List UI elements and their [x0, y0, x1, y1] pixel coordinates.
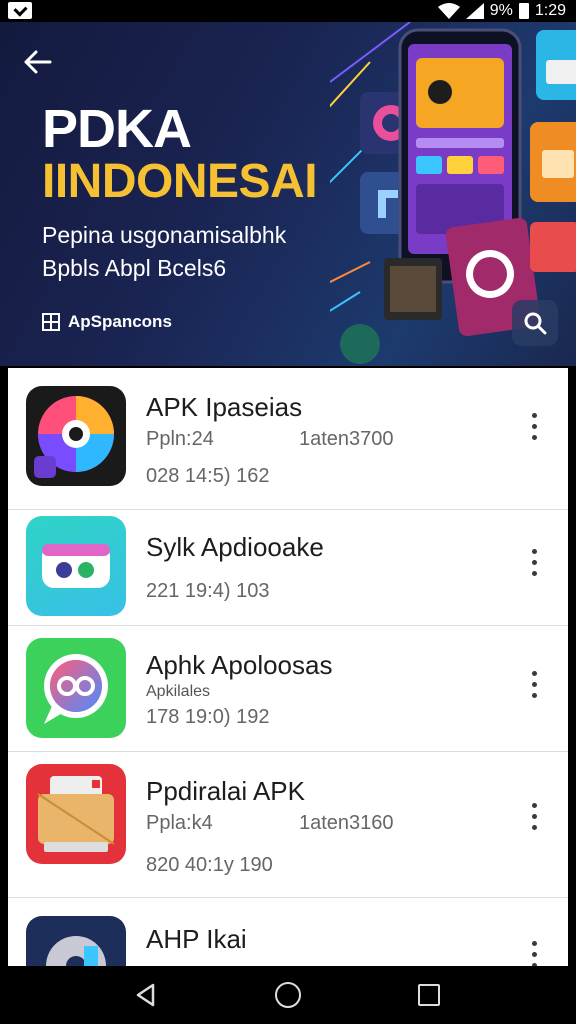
hero-brand: ApSpancons	[42, 312, 172, 332]
status-indicators: 9% 1:29	[437, 0, 566, 22]
list-item[interactable]: Ppdiralai APK Ppla:k4 1aten3160 820 40:1…	[8, 752, 568, 898]
app-detail: 1aten3700	[299, 428, 394, 450]
app-stats: 820 40:1y 190	[146, 854, 273, 876]
list-item[interactable]: Sylk Apdiooake 221 19:4) 103	[8, 510, 568, 626]
grid-icon	[42, 313, 60, 331]
nav-back-icon[interactable]	[133, 982, 159, 1008]
app-category: Apkilales	[146, 683, 211, 700]
nav-home-icon[interactable]	[275, 982, 301, 1008]
app-stats: 028 14:5) 162	[146, 465, 270, 487]
notification-icon	[8, 2, 32, 19]
app-name: AHP Ikai	[146, 924, 247, 954]
chat-bubble-icon	[26, 638, 126, 738]
app-stats: 178 19:0) 192	[146, 706, 270, 728]
app-list: APK Ipaseias Ppln:24 1aten3700 028 14:5)…	[8, 368, 568, 966]
app-name: APK Ipaseias	[146, 392, 303, 422]
disc-icon	[26, 916, 126, 966]
battery-icon	[518, 3, 529, 19]
more-options-icon[interactable]	[520, 934, 548, 966]
wifi-icon	[437, 3, 460, 19]
clock: 1:29	[534, 2, 566, 19]
signal-icon	[465, 3, 484, 19]
status-bar: 9% 1:29	[0, 0, 576, 22]
list-item[interactable]: APK Ipaseias Ppln:24 1aten3700 028 14:5)…	[8, 368, 568, 510]
app-version: Ppla:k4	[146, 812, 213, 834]
hero-title: PDKA	[42, 99, 192, 159]
app-version: Ppln:24	[146, 428, 214, 450]
printer-box-icon	[26, 764, 126, 864]
battery-percent: 9%	[489, 2, 513, 19]
hero-title-highlight: IINDONESAI	[42, 155, 318, 208]
app-name: Sylk Apdiooake	[146, 532, 324, 562]
toggle-dots-icon	[26, 516, 126, 616]
app-stats: 221 19:4) 103	[146, 580, 270, 602]
app-name: Aphk Apoloosas	[146, 650, 333, 680]
hero-brand-label: ApSpancons	[68, 312, 172, 331]
app-name: Ppdiralai APK	[146, 776, 305, 806]
hero-subtitle-2: Bpbls Abpl Bcels6	[42, 255, 227, 281]
search-icon	[524, 312, 547, 335]
hero-banner: PDKA IINDONESAI Pepina usgonamisalbhk Bp…	[0, 22, 576, 366]
app-detail: 1aten3160	[299, 812, 394, 834]
search-button[interactable]	[512, 300, 558, 346]
more-options-icon[interactable]	[520, 542, 548, 582]
system-nav-bar	[0, 966, 576, 1024]
list-item[interactable]: Aphk Apoloosas Apkilales 178 19:0) 192	[8, 626, 568, 752]
list-item[interactable]: AHP Ikai	[8, 898, 568, 966]
more-options-icon[interactable]	[520, 406, 548, 446]
nav-recents-icon[interactable]	[418, 984, 440, 1006]
more-options-icon[interactable]	[520, 796, 548, 836]
back-arrow-icon[interactable]	[18, 46, 58, 78]
more-options-icon[interactable]	[520, 664, 548, 704]
hero-subtitle: Pepina usgonamisalbhk	[42, 222, 287, 248]
color-wheel-icon	[26, 386, 126, 486]
